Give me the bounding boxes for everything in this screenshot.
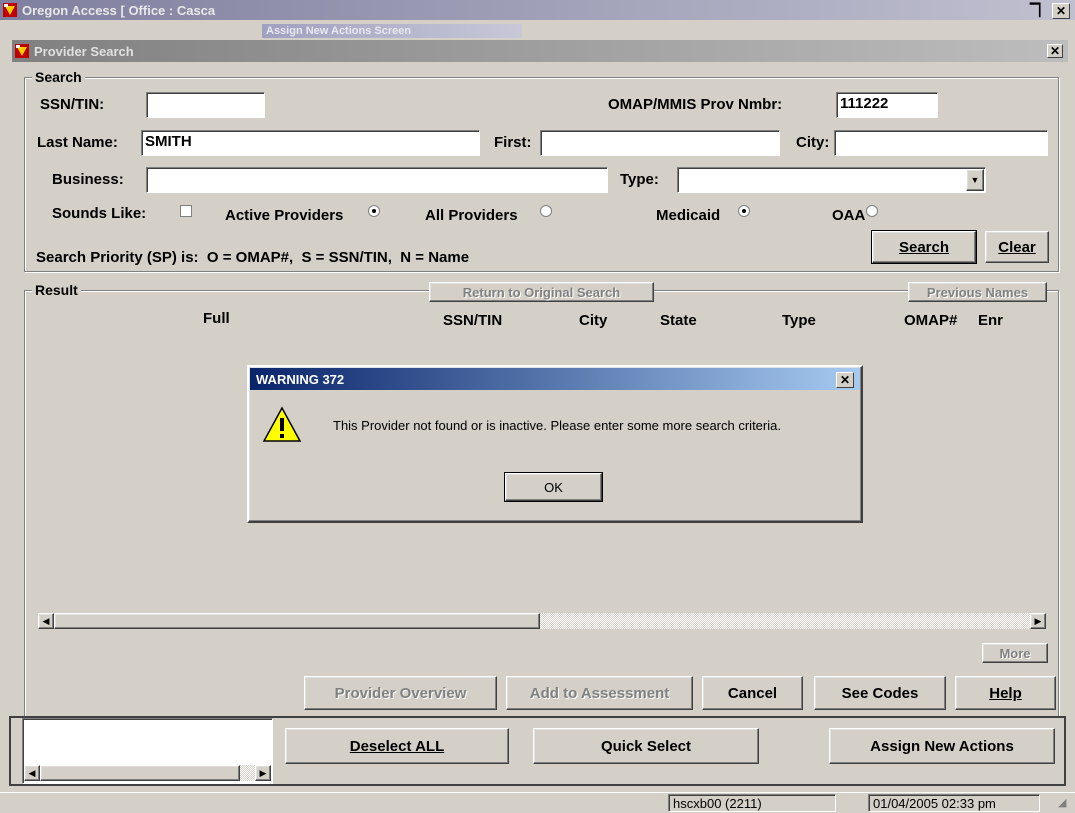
type-label: Type: — [620, 171, 659, 188]
city-field[interactable] — [834, 130, 1048, 156]
dialog-app-icon — [14, 43, 30, 59]
business-field[interactable] — [146, 167, 608, 193]
oaa-label: OAA — [832, 207, 866, 224]
search-legend: Search — [32, 69, 85, 85]
col-type[interactable]: Type — [782, 312, 816, 329]
add-to-assessment-button[interactable]: Add to Assessment — [506, 676, 693, 710]
return-original-search-button[interactable]: Return to Original Search — [429, 282, 654, 302]
selection-scrollbar[interactable]: ◀ ▶ — [24, 764, 271, 782]
col-ssn[interactable]: SSN/TIN — [443, 312, 502, 329]
last-name-field[interactable]: SMITH — [141, 130, 480, 156]
oaa-radio[interactable] — [866, 205, 878, 217]
cancel-button[interactable]: Cancel — [702, 676, 803, 710]
sounds-like-label: Sounds Like: — [52, 205, 147, 222]
more-button[interactable]: More — [982, 643, 1048, 663]
clear-button[interactable]: Clear — [985, 231, 1049, 263]
app-icon — [2, 2, 18, 18]
search-button[interactable]: Search — [871, 230, 977, 264]
app-title-bar: Oregon Access [ Office : Casca — [0, 0, 1075, 20]
quick-select-button[interactable]: Quick Select — [533, 728, 759, 764]
result-scrollbar[interactable]: ◀ ▶ — [38, 612, 1048, 630]
all-providers-radio[interactable] — [540, 205, 552, 217]
active-providers-radio[interactable] — [368, 205, 380, 217]
scroll-right-icon[interactable]: ▶ — [1030, 613, 1046, 629]
list-scroll-right-icon[interactable]: ▶ — [255, 765, 271, 781]
ssn-field[interactable] — [146, 92, 265, 118]
warning-message: This Provider not found or is inactive. … — [333, 418, 781, 433]
list-scroll-thumb[interactable] — [40, 765, 240, 781]
scrollbar-thumb[interactable] — [54, 613, 540, 629]
type-select[interactable] — [677, 167, 986, 193]
ssn-label: SSN/TIN: — [40, 96, 105, 113]
col-state[interactable]: State — [660, 312, 697, 329]
see-codes-button[interactable]: See Codes — [814, 676, 946, 710]
city-label: City: — [796, 134, 830, 151]
medicaid-label: Medicaid — [656, 207, 721, 224]
scroll-left-icon[interactable]: ◀ — [38, 613, 54, 629]
first-name-field[interactable] — [540, 130, 780, 156]
warning-icon — [262, 405, 302, 445]
ok-button[interactable]: OK — [504, 472, 603, 502]
resize-grip-icon[interactable]: ◢ — [1058, 796, 1072, 810]
warning-close-icon[interactable]: ✕ — [836, 372, 854, 388]
col-full[interactable]: Full — [203, 310, 230, 327]
app-title: Oregon Access [ Office : Casca — [22, 2, 216, 18]
provider-overview-button[interactable]: Provider Overview — [304, 676, 497, 710]
result-legend: Result — [32, 282, 81, 298]
list-scroll-left-icon[interactable]: ◀ — [24, 765, 40, 781]
col-enr[interactable]: Enr — [978, 312, 1003, 329]
help-button[interactable]: Help — [955, 676, 1056, 710]
dialog-title: Provider Search — [34, 43, 134, 59]
scrollbar-track[interactable] — [540, 613, 1030, 629]
dropdown-arrow-icon[interactable]: ▼ — [966, 169, 984, 191]
dialog-title-bar: Provider Search — [12, 40, 1068, 62]
col-city[interactable]: City — [579, 312, 607, 329]
app-close-icon[interactable]: ✕ — [1052, 3, 1070, 19]
warning-title-bar: WARNING 372 — [250, 368, 860, 390]
search-priority-text: Search Priority (SP) is: O = OMAP#, S = … — [36, 249, 470, 266]
omap-field[interactable]: 111222 — [836, 92, 938, 118]
business-label: Business: — [52, 171, 124, 188]
active-providers-label: Active Providers — [225, 207, 344, 224]
medicaid-radio[interactable] — [738, 205, 750, 217]
status-datetime: 01/04/2005 02:33 pm — [868, 794, 1040, 812]
assign-new-actions-button[interactable]: Assign New Actions — [829, 728, 1055, 764]
app-restore-icon[interactable]: ▔▏ — [1030, 3, 1048, 19]
status-user: hscxb00 (2211) — [668, 794, 836, 812]
previous-names-button[interactable]: Previous Names — [908, 282, 1047, 302]
last-name-label: Last Name: — [37, 134, 118, 151]
first-label: First: — [494, 134, 532, 151]
overlap-window-title: Assign New Actions Screen — [262, 24, 522, 38]
close-icon[interactable]: ✕ — [1047, 44, 1063, 58]
omap-label: OMAP/MMIS Prov Nmbr: — [608, 96, 783, 113]
sounds-like-checkbox[interactable] — [180, 205, 192, 217]
all-providers-label: All Providers — [425, 207, 518, 224]
deselect-all-button[interactable]: Deselect ALL — [285, 728, 509, 764]
warning-title: WARNING 372 — [256, 371, 345, 387]
col-omap[interactable]: OMAP# — [904, 312, 957, 329]
list-scroll-track[interactable] — [240, 765, 255, 781]
